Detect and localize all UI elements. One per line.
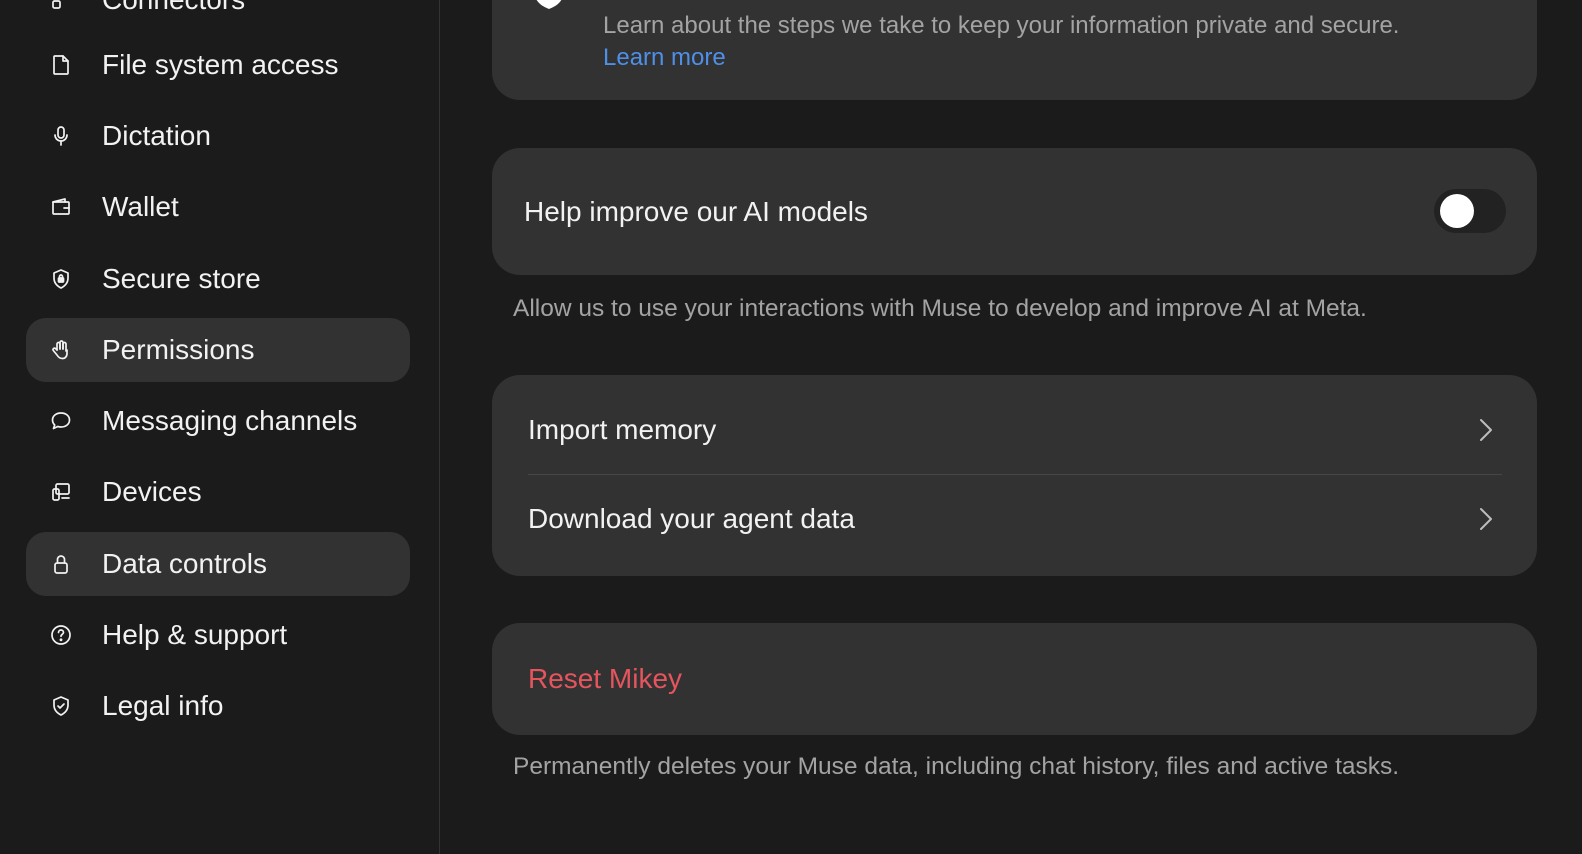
sidebar-item-permissions[interactable]: Permissions xyxy=(26,318,410,382)
shield-icon xyxy=(532,0,566,10)
data-menu-card: Import memory Download your agent data xyxy=(492,375,1537,576)
connectors-icon xyxy=(48,0,74,13)
privacy-card: Learn about the steps we take to keep yo… xyxy=(492,0,1537,100)
toggle-knob xyxy=(1440,194,1474,228)
sidebar-item-file-system-access[interactable]: File system access xyxy=(26,33,410,97)
download-agent-data-label: Download your agent data xyxy=(528,503,855,534)
chevron-right-icon xyxy=(1476,505,1496,533)
sidebar-item-secure-store[interactable]: Secure store xyxy=(26,247,410,311)
chat-bubble-icon xyxy=(48,408,74,434)
lock-icon xyxy=(48,551,74,577)
reset-button[interactable]: Reset Mikey xyxy=(492,623,1537,735)
file-icon xyxy=(48,52,74,78)
sidebar-item-label: Permissions xyxy=(102,334,255,365)
settings-app: Connectors File system access Dictation … xyxy=(0,0,1582,854)
privacy-description: Learn about the steps we take to keep yo… xyxy=(603,12,1400,39)
import-memory-row[interactable]: Import memory xyxy=(528,385,1502,475)
ai-models-toggle[interactable] xyxy=(1434,189,1506,233)
hand-icon xyxy=(48,337,74,363)
sidebar-item-legal-info[interactable]: Legal info xyxy=(26,674,410,738)
sidebar-item-label: Wallet xyxy=(102,191,179,222)
sidebar-item-label: Devices xyxy=(102,476,202,507)
sidebar-item-label: Dictation xyxy=(102,120,211,151)
devices-icon xyxy=(48,479,74,505)
data-controls-panel: Learn about the steps we take to keep yo… xyxy=(441,0,1582,854)
sidebar-item-label: Data controls xyxy=(102,548,267,579)
sidebar-item-label: Legal info xyxy=(102,690,224,721)
shield-check-icon xyxy=(48,693,74,719)
sidebar-item-connectors[interactable]: Connectors xyxy=(26,0,410,32)
wallet-icon xyxy=(48,194,74,220)
sidebar-item-data-controls[interactable]: Data controls xyxy=(26,532,410,596)
lock-shield-icon xyxy=(48,266,74,292)
sidebar-item-devices[interactable]: Devices xyxy=(26,460,410,524)
question-circle-icon xyxy=(48,622,74,648)
settings-sidebar: Connectors File system access Dictation … xyxy=(0,0,440,854)
learn-more-link[interactable]: Learn more xyxy=(603,44,726,72)
sidebar-item-dictation[interactable]: Dictation xyxy=(26,104,410,168)
download-agent-data-row[interactable]: Download your agent data xyxy=(528,474,1502,564)
sidebar-item-label: Secure store xyxy=(102,263,261,294)
chevron-right-icon xyxy=(1476,416,1496,444)
sidebar-item-messaging-channels[interactable]: Messaging channels xyxy=(26,389,410,453)
sidebar-item-label: Help & support xyxy=(102,619,288,650)
reset-caption: Permanently deletes your Muse data, incl… xyxy=(513,753,1400,780)
ai-models-caption: Allow us to use your interactions with M… xyxy=(513,295,1367,322)
ai-models-card: Help improve our AI models xyxy=(492,148,1537,275)
microphone-icon xyxy=(48,123,74,149)
sidebar-item-label: Messaging channels xyxy=(102,405,358,436)
sidebar-item-label: File system access xyxy=(102,49,339,80)
import-memory-label: Import memory xyxy=(528,414,717,445)
ai-models-title: Help improve our AI models xyxy=(524,196,868,227)
reset-label: Reset Mikey xyxy=(528,663,683,694)
sidebar-item-wallet[interactable]: Wallet xyxy=(26,175,410,239)
sidebar-item-label: Connectors xyxy=(102,0,245,16)
sidebar-item-help-support[interactable]: Help & support xyxy=(26,603,410,667)
